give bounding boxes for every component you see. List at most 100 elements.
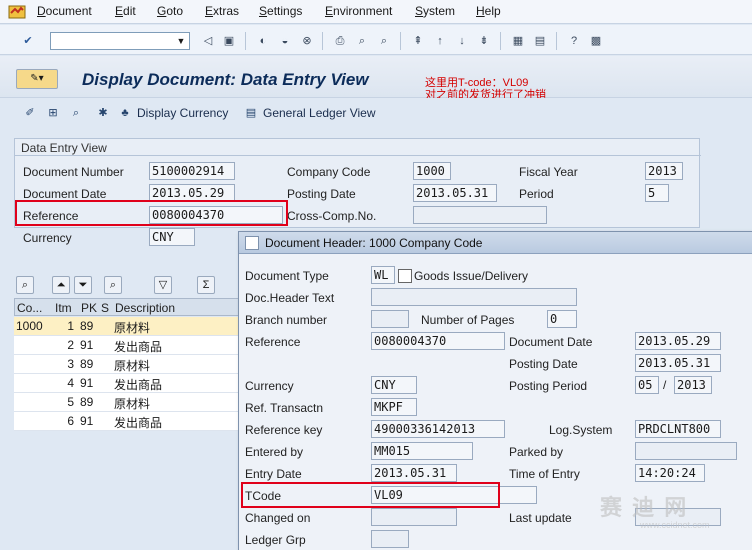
entry-date-label: Entry Date (245, 467, 302, 481)
sort-descending-icon[interactable]: ⏷ (74, 276, 92, 294)
title-bar: ✎▾ Display Document: Data Entry View (0, 56, 752, 98)
general-ledger-view-button[interactable]: General Ledger View (263, 105, 376, 121)
exit-icon[interactable]: ◒ (277, 33, 293, 49)
doc-header-text-field[interactable] (371, 288, 577, 306)
menu-settings[interactable]: Settings (259, 4, 302, 18)
next-page-icon[interactable]: ↓ (454, 33, 470, 49)
document-type-description: Goods Issue/Delivery (414, 269, 529, 283)
ledger-grp-field[interactable] (371, 530, 409, 548)
company-code-label: Company Code (287, 165, 371, 179)
print-icon[interactable]: ⎙ (332, 33, 348, 49)
posting-period-field[interactable]: 05 (635, 376, 659, 394)
watermark-url: www.ccidnet.com (640, 520, 710, 530)
table-row[interactable]: 1000 1 89 原材料 (14, 317, 244, 336)
branch-number-field[interactable] (371, 310, 409, 328)
document-overview-icon[interactable]: ⊞ (45, 105, 61, 121)
column-header-description[interactable]: Description (115, 301, 175, 315)
menu-help[interactable]: Help (476, 4, 501, 18)
new-session-icon[interactable]: ▦ (510, 33, 526, 49)
column-header-pk[interactable]: PK (81, 301, 97, 315)
last-page-icon[interactable]: ⇟ (476, 33, 492, 49)
currency-field[interactable]: CNY (149, 228, 195, 246)
first-page-icon[interactable]: ⇞ (410, 33, 426, 49)
document-type-field[interactable]: WL (371, 266, 395, 284)
table-row[interactable]: 5 89 原材料 (14, 393, 244, 412)
menu-bar: Document Edit Goto Extras Settings Envir… (0, 0, 752, 24)
command-field[interactable]: ▼ (50, 32, 190, 50)
period-field[interactable]: 5 (645, 184, 669, 202)
transaction-menu-icon[interactable]: ✎▾ (16, 69, 58, 89)
last-update-label: Last update (509, 511, 572, 525)
ref-transactn-field[interactable]: MKPF (371, 398, 417, 416)
cross-comp-field[interactable] (413, 206, 547, 224)
ref-transactn-label: Ref. Transactn (245, 401, 324, 415)
table-row[interactable]: 6 91 发出商品 (14, 412, 244, 431)
currency-field[interactable]: CNY (371, 376, 417, 394)
taxes-icon[interactable]: ✱ (95, 105, 111, 121)
menu-system[interactable]: System (415, 4, 455, 18)
posting-period-year-field[interactable]: 2013 (674, 376, 712, 394)
help-icon[interactable]: ? (566, 33, 582, 49)
sap-menu-icon[interactable] (8, 4, 26, 20)
layout-menu-icon[interactable]: ▩ (588, 33, 604, 49)
log-system-field[interactable]: PRDCLNT800 (635, 420, 721, 438)
posting-period-label: Posting Period (509, 379, 588, 393)
reference-field[interactable]: 0080004370 (371, 332, 505, 350)
menu-environment[interactable]: Environment (325, 4, 392, 18)
document-date-field[interactable]: 2013.05.29 (635, 332, 721, 350)
page-title: Display Document: Data Entry View (82, 70, 369, 89)
dropdown-icon[interactable] (398, 269, 412, 283)
menu-document[interactable]: Document (37, 4, 92, 18)
save-icon[interactable]: ▣ (221, 33, 237, 49)
chevron-down-icon[interactable]: ▼ (175, 35, 187, 47)
total-icon[interactable]: Σ (197, 276, 215, 294)
document-number-field[interactable]: 5100002914 (149, 162, 235, 180)
application-toolbar: ✐ ⊞ ⌕ ✱ ♣ Display Currency ▤ General Led… (0, 98, 752, 128)
entry-date-field[interactable]: 2013.05.31 (371, 464, 457, 482)
cross-comp-label: Cross-Comp.No. (287, 209, 377, 223)
find-icon[interactable]: ⌕ (104, 276, 122, 294)
parked-by-field[interactable] (635, 442, 737, 460)
posting-date-field[interactable]: 2013.05.31 (413, 184, 497, 202)
back-arrow-icon[interactable]: ◁ (200, 33, 216, 49)
table-row[interactable]: 2 91 发出商品 (14, 336, 244, 355)
find-next-icon[interactable]: ⌕ (376, 33, 392, 49)
time-of-entry-field[interactable]: 14:20:24 (635, 464, 705, 482)
document-number-label: Document Number (23, 165, 124, 179)
reference-key-field[interactable]: 49000336142013 (371, 420, 505, 438)
menu-extras[interactable]: Extras (205, 4, 239, 18)
table-header: Co... Itm PK S Description (14, 298, 244, 316)
display-change-icon[interactable]: ✐ (22, 105, 38, 121)
changed-on-field[interactable] (371, 508, 457, 526)
menu-goto[interactable]: Goto (157, 4, 183, 18)
entered-by-field[interactable]: MM015 (371, 442, 473, 460)
search-icon[interactable]: ⌕ (68, 105, 84, 121)
details-icon[interactable]: ⌕ (16, 276, 34, 294)
time-of-entry-label: Time of Entry (509, 467, 580, 481)
cancel-icon[interactable]: ⊗ (299, 33, 315, 49)
number-of-pages-field[interactable]: 0 (547, 310, 577, 328)
shortcut-icon[interactable]: ▤ (532, 33, 548, 49)
menu-edit[interactable]: Edit (115, 4, 136, 18)
table-row[interactable]: 3 89 原材料 (14, 355, 244, 374)
reference-label: Reference (245, 335, 301, 349)
filter-icon[interactable]: ▽ (154, 276, 172, 294)
fiscal-year-field[interactable]: 2013 (645, 162, 683, 180)
enter-icon[interactable]: ✔ (20, 33, 36, 49)
company-code-field[interactable]: 1000 (413, 162, 451, 180)
back-icon[interactable]: ◐ (255, 33, 271, 49)
find-icon[interactable]: ⌕ (354, 33, 370, 49)
reference-highlight (15, 200, 288, 226)
column-header-itm[interactable]: Itm (55, 301, 72, 315)
dialog-title: Document Header: 1000 Company Code (265, 236, 483, 250)
group-title: Data Entry View (21, 141, 107, 155)
column-header-co[interactable]: Co... (17, 301, 42, 315)
posting-date-field[interactable]: 2013.05.31 (635, 354, 721, 372)
column-header-s[interactable]: S (101, 301, 109, 315)
display-currency-button[interactable]: Display Currency (137, 105, 228, 121)
previous-page-icon[interactable]: ↑ (432, 33, 448, 49)
posting-date-label: Posting Date (509, 357, 578, 371)
sort-ascending-icon[interactable]: ⏶ (52, 276, 70, 294)
log-system-label: Log.System (549, 423, 613, 437)
table-row[interactable]: 4 91 发出商品 (14, 374, 244, 393)
